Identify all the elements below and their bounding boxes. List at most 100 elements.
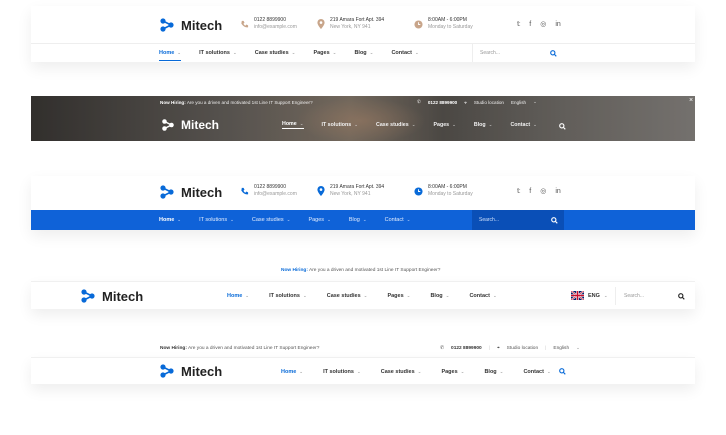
search-icon[interactable] <box>551 216 558 224</box>
twitter-icon[interactable]: 𝕥 <box>517 20 520 28</box>
phone-number[interactable]: 0122 8899900 <box>254 17 297 24</box>
menu-item-blog[interactable]: Blog ⌄ <box>484 369 503 375</box>
hours-line1: 8:00AM - 6:00PM <box>428 17 467 23</box>
menu-item-home[interactable]: Home ⌄ <box>159 217 181 223</box>
search-input[interactable]: Search... <box>624 293 644 299</box>
brand-logo[interactable]: Mitech <box>159 17 222 33</box>
menu-item-home[interactable]: Home ⌄ <box>282 121 304 129</box>
menu-item-blog[interactable]: Blog ⌄ <box>474 122 493 128</box>
email-address[interactable]: info@example.com <box>254 24 297 31</box>
menu-item-case-studies[interactable]: Case studies ⌄ <box>327 293 368 299</box>
search-icon[interactable] <box>558 368 566 375</box>
menu-item-pages[interactable]: Pages ⌄ <box>308 217 330 223</box>
menu-item-blog[interactable]: Blog ⌄ <box>430 293 449 299</box>
main-menu: Home ⌄ IT solutions ⌄ Case studies ⌄ Pages ⌄… <box>281 358 566 385</box>
brand-logo[interactable]: Mitech <box>159 363 222 379</box>
menu-label: IT solutions <box>199 217 228 223</box>
clock-icon <box>414 186 423 196</box>
chevron-down-icon: ⌄ <box>299 368 304 374</box>
menu-item-case-studies[interactable]: Case studies ⌄ <box>376 122 415 128</box>
search-icon[interactable] <box>559 123 566 130</box>
facebook-icon[interactable]: f <box>529 188 531 195</box>
menu-item-home[interactable]: Home ⌄ <box>281 369 303 375</box>
map-pin-icon <box>317 19 325 29</box>
search-icon[interactable] <box>678 292 685 300</box>
menu-label: Case studies <box>380 368 415 375</box>
menu-item-it-solutions[interactable]: IT solutions ⌄ <box>199 50 237 56</box>
studio-location[interactable]: Studio location <box>507 346 538 351</box>
menu-item-contact[interactable]: Contact ⌄ <box>391 50 418 56</box>
menu-item-case-studies[interactable]: Case studies ⌄ <box>381 369 422 375</box>
chevron-down-icon: ⌄ <box>460 368 465 374</box>
phone-number[interactable]: 0122 8899900 <box>428 100 457 105</box>
linkedin-icon[interactable]: in <box>555 188 560 195</box>
menu-label: Home <box>227 293 243 299</box>
menu-item-it-solutions[interactable]: IT solutions ⌄ <box>322 122 359 128</box>
language-select[interactable]: English <box>511 100 526 105</box>
hiring-text: Are you a driven and motivated 1st Line … <box>186 100 313 105</box>
menu-label: Case studies <box>376 122 409 128</box>
hours-line2: Monday to Saturday <box>428 24 473 30</box>
chevron-down-icon: ⌄ <box>452 122 456 127</box>
facebook-icon[interactable]: f <box>529 21 531 28</box>
email-address[interactable]: info@example.com <box>254 191 297 198</box>
menu-item-contact[interactable]: Contact ⌄ <box>385 217 411 223</box>
chevron-down-icon: ⌄ <box>354 122 359 127</box>
phone-number[interactable]: 0122 8899900 <box>451 346 482 351</box>
menu-item-pages[interactable]: Pages ⌄ <box>387 293 410 299</box>
menu-item-home[interactable]: Home ⌄ <box>159 50 181 56</box>
search-input[interactable]: Search... <box>479 217 499 223</box>
phone-info: 0122 8899900 info@example.com <box>240 184 297 198</box>
brand-name: Mitech <box>181 363 223 379</box>
brand-logo[interactable]: Mitech <box>80 288 143 304</box>
search-box[interactable]: Search... <box>472 210 564 230</box>
twitter-icon[interactable]: 𝕥 <box>517 187 520 195</box>
menu-item-blog[interactable]: Blog ⌄ <box>354 50 373 56</box>
brand-name: Mitech <box>181 184 223 200</box>
chevron-down-icon: ⌄ <box>362 217 367 222</box>
chevron-down-icon: ⌄ <box>327 217 331 222</box>
language-select[interactable]: English <box>553 346 569 351</box>
search-input[interactable]: Search... <box>480 50 500 56</box>
menu-item-it-solutions[interactable]: IT solutions ⌄ <box>323 369 361 375</box>
menu-item-case-studies[interactable]: Case studies ⌄ <box>252 217 291 223</box>
chevron-down-icon: ⌄ <box>417 368 422 374</box>
hiring-notice[interactable]: Now Hiring: Are you a driven and motivat… <box>281 268 440 273</box>
search-box[interactable]: Search... <box>472 44 561 62</box>
search-icon[interactable] <box>550 49 557 57</box>
menu-label: Case studies <box>326 293 361 299</box>
menu-item-case-studies[interactable]: Case studies ⌄ <box>255 50 296 56</box>
brand-logo[interactable]: Mitech <box>161 118 219 132</box>
menu-label: Blog <box>484 368 497 375</box>
instagram-icon[interactable]: ◎ <box>540 187 546 195</box>
close-icon[interactable]: × <box>689 97 693 104</box>
chevron-down-icon: ⌄ <box>177 50 182 55</box>
instagram-icon[interactable]: ◎ <box>540 20 546 28</box>
menu-item-it-solutions[interactable]: IT solutions ⌄ <box>199 217 234 223</box>
menu-item-it-solutions[interactable]: IT solutions ⌄ <box>269 293 307 299</box>
menu-label: Blog <box>348 217 360 223</box>
linkedin-icon[interactable]: in <box>555 21 560 28</box>
hiring-notice[interactable]: Now Hiring: Are you a driven and motivat… <box>160 346 319 351</box>
menu-item-pages[interactable]: Pages ⌄ <box>433 122 455 128</box>
menu-item-pages[interactable]: Pages ⌄ <box>441 369 464 375</box>
header-variant-5: Mitech Home ⌄ IT solutions ⌄ Case studies ⌄… <box>31 357 695 384</box>
language-switcher[interactable]: ENG ⌄ <box>571 291 608 300</box>
menu-item-home[interactable]: Home ⌄ <box>227 293 249 299</box>
phone-number[interactable]: 0122 8899900 <box>254 184 297 191</box>
menu-item-contact[interactable]: Contact ⌄ <box>510 122 537 128</box>
hiring-notice[interactable]: Now Hiring: Are you a driven and motivat… <box>160 100 313 105</box>
menu-label: Home <box>159 217 175 223</box>
search-box[interactable]: Search... <box>615 287 689 305</box>
header-variant-2: Now Hiring: Are you a driven and motivat… <box>31 96 695 141</box>
studio-location[interactable]: Studio location <box>474 100 504 105</box>
menu-item-contact[interactable]: Contact ⌄ <box>523 369 550 375</box>
phone-icon <box>241 187 249 194</box>
menu-item-pages[interactable]: Pages ⌄ <box>313 50 336 56</box>
logo-mark-icon <box>81 289 95 303</box>
active-underline <box>159 60 181 61</box>
address-line2: New York, NY 941 <box>330 24 371 30</box>
menu-item-blog[interactable]: Blog ⌄ <box>349 217 367 223</box>
brand-logo[interactable]: Mitech <box>159 184 222 200</box>
menu-item-contact[interactable]: Contact ⌄ <box>469 293 496 299</box>
